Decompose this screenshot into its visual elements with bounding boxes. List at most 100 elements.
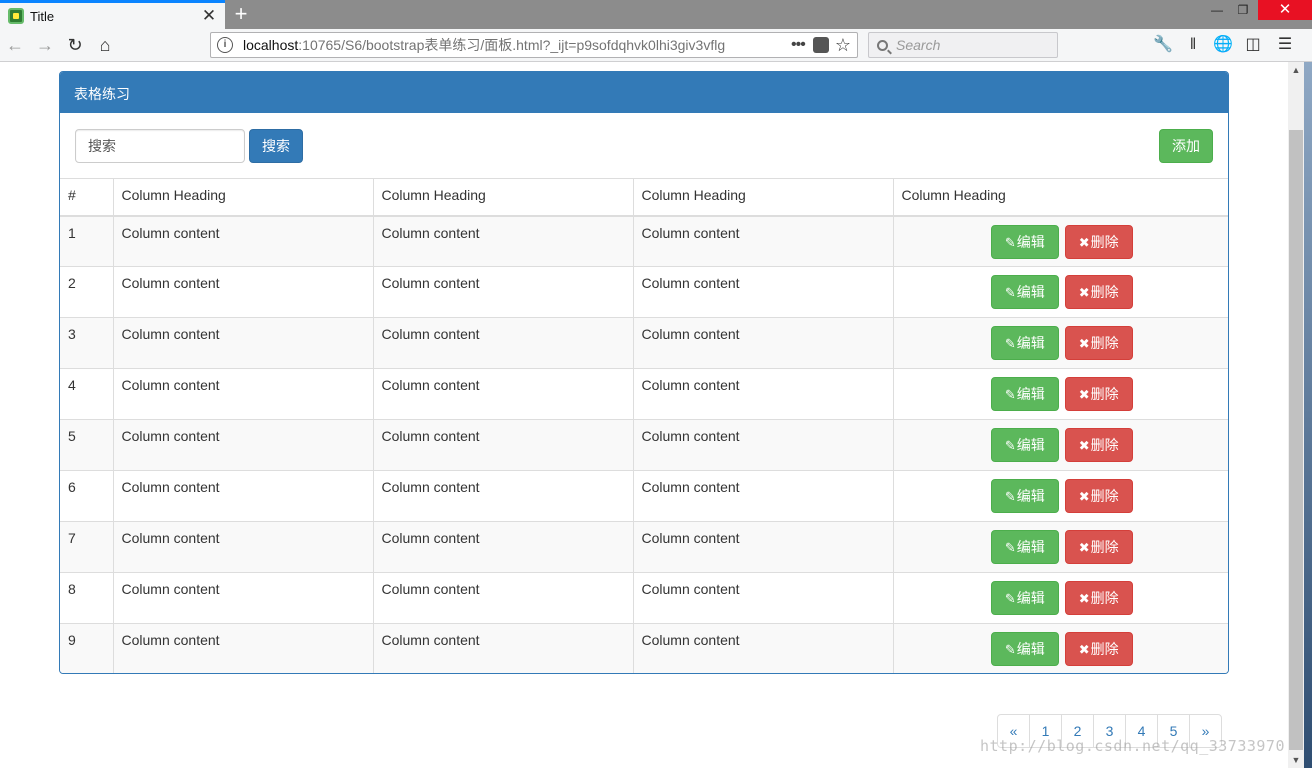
delete-button[interactable]: ✖删除: [1064, 377, 1133, 411]
table-cell: Column content: [632, 470, 894, 522]
delete-label: 删除: [1090, 539, 1119, 555]
table-row: 5 Column content Column content Column cont…: [60, 419, 1228, 471]
browser-tab[interactable]: Title ✕: [0, 0, 225, 29]
url-bar[interactable]: i localhost:10765/S6/bootstrap表单练习/面板.ht…: [210, 32, 858, 58]
edit-button[interactable]: ✎编辑: [990, 632, 1059, 666]
edit-button[interactable]: ✎编辑: [990, 479, 1059, 513]
url-text[interactable]: localhost:10765/S6/bootstrap表单练习/面板.html…: [243, 35, 783, 55]
bookmark-star-icon[interactable]: ☆: [835, 35, 851, 56]
pencil-icon: ✎: [1004, 591, 1016, 606]
table-cell: Column content: [112, 572, 374, 624]
table-cell: Column content: [112, 521, 374, 573]
row-number-cell: 4: [60, 368, 114, 420]
page-scrollbar[interactable]: ▲ ▼: [1288, 62, 1304, 768]
row-number-cell: 5: [60, 419, 114, 471]
pencil-icon: ✎: [1004, 285, 1016, 300]
panel-heading: 表格练习: [60, 72, 1228, 113]
column-heading: Column Heading: [112, 178, 374, 217]
search-button[interactable]: 搜索: [249, 129, 303, 163]
delete-button[interactable]: ✖删除: [1064, 275, 1133, 309]
actions-cell: ✎编辑 ✖删除: [892, 470, 1228, 522]
table-cell: Column content: [632, 521, 894, 573]
row-number-cell: 3: [60, 317, 114, 369]
delete-label: 删除: [1090, 437, 1119, 453]
edit-button[interactable]: ✎编辑: [990, 326, 1059, 360]
pencil-icon: ✎: [1004, 234, 1016, 250]
browser-nav-bar: ← → ↻ ⌂ i localhost:10765/S6/bootstrap表单…: [0, 29, 1312, 62]
edit-button[interactable]: ✎编辑: [990, 275, 1059, 309]
column-heading: Column Heading: [892, 178, 1228, 217]
close-tab-icon[interactable]: ✕: [201, 6, 217, 26]
actions-cell: ✎编辑 ✖删除: [892, 572, 1228, 624]
delete-button[interactable]: ✖删除: [1064, 632, 1133, 666]
row-number-cell: 7: [60, 521, 114, 573]
minimize-window-button[interactable]: —: [1204, 0, 1230, 20]
table-cell: Column content: [632, 368, 894, 420]
info-icon[interactable]: i: [217, 37, 233, 53]
back-icon[interactable]: ←: [4, 34, 26, 56]
delete-button[interactable]: ✖删除: [1064, 326, 1133, 360]
table-cell: Column content: [372, 266, 634, 318]
column-heading-number: #: [60, 178, 114, 217]
delete-button[interactable]: ✖删除: [1064, 581, 1133, 615]
table-cell: Column content: [372, 419, 634, 471]
edit-button[interactable]: ✎编辑: [990, 530, 1059, 564]
edit-button[interactable]: ✎编辑: [990, 377, 1059, 411]
close-window-button[interactable]: ✕: [1258, 0, 1312, 20]
row-number-cell: 2: [60, 266, 114, 318]
table-header-row: # Column Heading Column Heading Column H…: [60, 178, 1228, 217]
remove-icon: ✖: [1078, 387, 1090, 402]
delete-label: 删除: [1090, 488, 1119, 504]
scroll-thumb[interactable]: [1289, 130, 1303, 750]
table-cell: Column content: [372, 623, 634, 673]
wrench-icon[interactable]: 🔧: [1152, 34, 1174, 56]
table-cell: Column content: [632, 623, 894, 673]
table-row: 3 Column content Column content Column cont…: [60, 317, 1228, 369]
search-input[interactable]: [75, 129, 245, 163]
edit-label: 编辑: [1016, 488, 1045, 504]
tab-title: Title: [30, 8, 55, 24]
data-table: # Column Heading Column Heading Column H…: [60, 178, 1228, 673]
home-icon[interactable]: ⌂: [94, 34, 116, 56]
delete-label: 删除: [1090, 284, 1119, 300]
delete-button[interactable]: ✖删除: [1064, 479, 1133, 513]
browser-search-bar[interactable]: Search: [868, 32, 1058, 58]
edit-label: 编辑: [1016, 386, 1045, 402]
pencil-icon: ✎: [1004, 642, 1016, 657]
library-icon[interactable]: ‖: [1182, 34, 1204, 56]
add-button[interactable]: 添加: [1159, 129, 1213, 163]
table-row: 8 Column content Column content Column cont…: [60, 572, 1228, 624]
table-row: 2 Column content Column content Column cont…: [60, 266, 1228, 318]
browser-tab-bar: Title ✕ + — ❐ ✕: [0, 0, 1312, 29]
scroll-down-icon[interactable]: ▼: [1288, 752, 1304, 768]
pocket-icon[interactable]: [812, 37, 829, 53]
scroll-up-icon[interactable]: ▲: [1288, 62, 1304, 78]
remove-icon: ✖: [1078, 591, 1090, 606]
edit-button[interactable]: ✎编辑: [990, 581, 1059, 615]
page-actions-icon[interactable]: •••: [791, 36, 806, 54]
new-tab-button[interactable]: +: [229, 2, 253, 26]
table-cell: Column content: [372, 215, 634, 267]
edit-button[interactable]: ✎编辑: [990, 224, 1059, 259]
row-number-cell: 9: [60, 623, 114, 673]
edit-button[interactable]: ✎编辑: [990, 428, 1059, 462]
table-row: 1 Column content Column content Column cont…: [60, 215, 1228, 267]
actions-cell: ✎编辑 ✖删除: [892, 266, 1228, 318]
sidebar-icon[interactable]: ◫: [1242, 34, 1264, 56]
delete-button[interactable]: ✖删除: [1064, 530, 1133, 564]
remove-icon: ✖: [1078, 438, 1090, 453]
actions-cell: ✎编辑 ✖删除: [892, 419, 1228, 471]
table-cell: Column content: [632, 572, 894, 624]
delete-button[interactable]: ✖删除: [1064, 224, 1133, 259]
globe-icon[interactable]: 🌐: [1212, 34, 1234, 56]
menu-icon[interactable]: ☰: [1274, 34, 1296, 56]
forward-icon[interactable]: →: [34, 34, 56, 56]
pencil-icon: ✎: [1004, 336, 1016, 351]
delete-label: 删除: [1090, 386, 1119, 402]
table-cell: Column content: [112, 470, 374, 522]
reload-icon[interactable]: ↻: [64, 34, 86, 56]
restore-window-button[interactable]: ❐: [1230, 0, 1256, 20]
actions-cell: ✎编辑 ✖删除: [892, 215, 1228, 267]
favicon-icon: [8, 8, 24, 24]
delete-button[interactable]: ✖删除: [1064, 428, 1133, 462]
